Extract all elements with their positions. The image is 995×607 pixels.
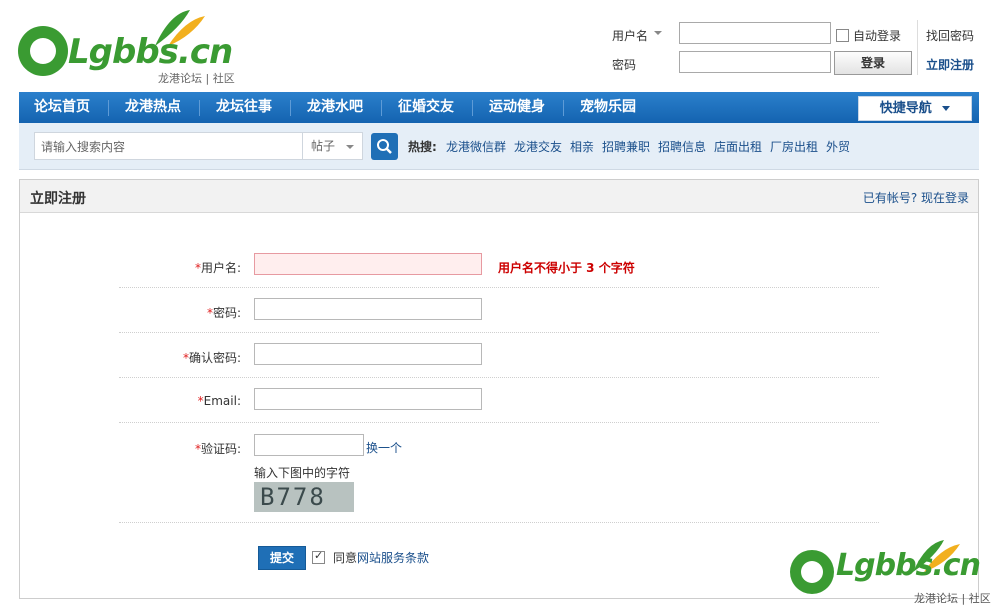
nav-divider — [381, 100, 382, 116]
hot-link[interactable]: 龙港交友 — [514, 138, 562, 155]
hot-link[interactable]: 店面出租 — [714, 138, 762, 155]
agree-text: 同意网站服务条款 — [333, 551, 430, 565]
nav-item-history[interactable]: 龙坛往事 — [216, 92, 272, 123]
search-bar: 请输入搜索内容 帖子 热搜: 龙港微信群 龙港交友 相亲 招聘兼职 招聘信息 店… — [19, 123, 979, 170]
hot-link[interactable]: 厂房出租 — [770, 138, 818, 155]
watermark-subtitle: 龙港论坛 | 社区 — [914, 592, 991, 605]
username-error: 用户名不得小于 3 个字符 — [498, 261, 635, 275]
nav-item-pets[interactable]: 宠物乐园 — [580, 92, 636, 123]
form-divider — [119, 287, 879, 288]
logo-subtitle: 龙港论坛 | 社区 — [158, 72, 235, 85]
hot-link[interactable]: 相亲 — [570, 138, 594, 155]
watermark-text: Lgbbs.cn — [836, 548, 981, 583]
form-email-label: *Email: — [197, 394, 241, 408]
agree-checkbox[interactable] — [312, 549, 325, 564]
login-password-input[interactable] — [679, 51, 831, 73]
confirm-password-field[interactable] — [254, 343, 482, 365]
search-icon — [377, 139, 392, 154]
quick-nav-label: 快捷导航 — [879, 101, 932, 116]
nav-divider — [199, 100, 200, 116]
nav-item-dating[interactable]: 征婚交友 — [398, 92, 454, 123]
nav-divider — [563, 100, 564, 116]
username-label: 用户名 — [612, 29, 649, 43]
register-now-link[interactable]: 立即注册 — [926, 56, 974, 73]
nav-item-water-bar[interactable]: 龙港水吧 — [307, 92, 363, 123]
password-field[interactable] — [254, 298, 482, 320]
submit-button[interactable]: 提交 — [258, 546, 306, 570]
nav-divider — [472, 100, 473, 116]
captcha-refresh-link[interactable]: 换一个 — [366, 439, 402, 456]
search-input[interactable]: 请输入搜索内容 — [34, 132, 302, 160]
chevron-down-icon — [346, 145, 354, 149]
password-label: 密码 — [612, 58, 637, 72]
hot-search-label: 热搜: — [408, 140, 437, 154]
form-divider — [119, 332, 879, 333]
nav-item-home[interactable]: 论坛首页 — [34, 92, 90, 123]
captcha-image[interactable]: B778 — [254, 482, 354, 512]
dragon-logo-icon — [790, 550, 834, 594]
hot-link[interactable]: 外贸 — [826, 138, 850, 155]
search-type-select[interactable]: 帖子 — [302, 132, 363, 160]
login-username-input[interactable] — [679, 22, 831, 44]
form-confirm-label: *确认密码: — [182, 351, 241, 365]
login-button[interactable]: 登录 — [834, 51, 912, 75]
username-field[interactable] — [254, 253, 482, 275]
caret-down-icon — [942, 106, 951, 111]
forgot-password-link[interactable]: 找回密码 — [926, 27, 974, 44]
logo-text: Lgbbs.cn — [68, 32, 233, 72]
form-divider — [119, 377, 879, 378]
nav-divider — [108, 100, 109, 116]
email-field[interactable] — [254, 388, 482, 410]
nav-item-hot[interactable]: 龙港热点 — [125, 92, 181, 123]
form-divider — [119, 522, 879, 523]
captcha-hint: 输入下图中的字符 — [254, 466, 351, 480]
nav-divider — [290, 100, 291, 116]
terms-link[interactable]: 网站服务条款 — [357, 551, 429, 565]
register-panel: 立即注册 已有帐号? 现在登录 *用户名: 用户名不得小于 3 个字符 *密码:… — [19, 179, 979, 599]
form-username-label: *用户名: — [194, 261, 241, 275]
captcha-field[interactable] — [254, 434, 364, 456]
panel-title: 立即注册 — [30, 191, 86, 207]
search-type-value: 帖子 — [311, 139, 336, 153]
site-logo[interactable]: Lgbbs.cn 龙港论坛 | 社区 — [18, 8, 248, 86]
dragon-logo-icon — [18, 26, 68, 76]
panel-header: 立即注册 已有帐号? 现在登录 — [20, 180, 978, 213]
hot-link[interactable]: 龙港微信群 — [446, 138, 506, 155]
main-nav: 论坛首页 龙港热点 龙坛往事 龙港水吧 征婚交友 运动健身 宠物乐园 快捷导航 — [19, 92, 979, 123]
search-button[interactable] — [371, 133, 398, 160]
auto-login-label: 自动登录 — [853, 29, 902, 43]
auto-login-checkbox[interactable] — [836, 29, 849, 42]
form-password-label: *密码: — [206, 306, 241, 320]
form-captcha-label: *验证码: — [194, 442, 241, 456]
form-divider — [119, 422, 879, 423]
nav-item-fitness[interactable]: 运动健身 — [489, 92, 545, 123]
quick-nav-button[interactable]: 快捷导航 — [858, 96, 972, 121]
watermark-logo: Lgbbs.cn 龙港论坛 | 社区 — [790, 538, 991, 606]
login-existing-link[interactable]: 已有帐号? 现在登录 — [863, 189, 969, 206]
chevron-down-icon[interactable] — [654, 31, 662, 35]
hot-link[interactable]: 招聘信息 — [658, 138, 706, 155]
hot-link[interactable]: 招聘兼职 — [602, 138, 650, 155]
header-divider — [917, 20, 918, 75]
